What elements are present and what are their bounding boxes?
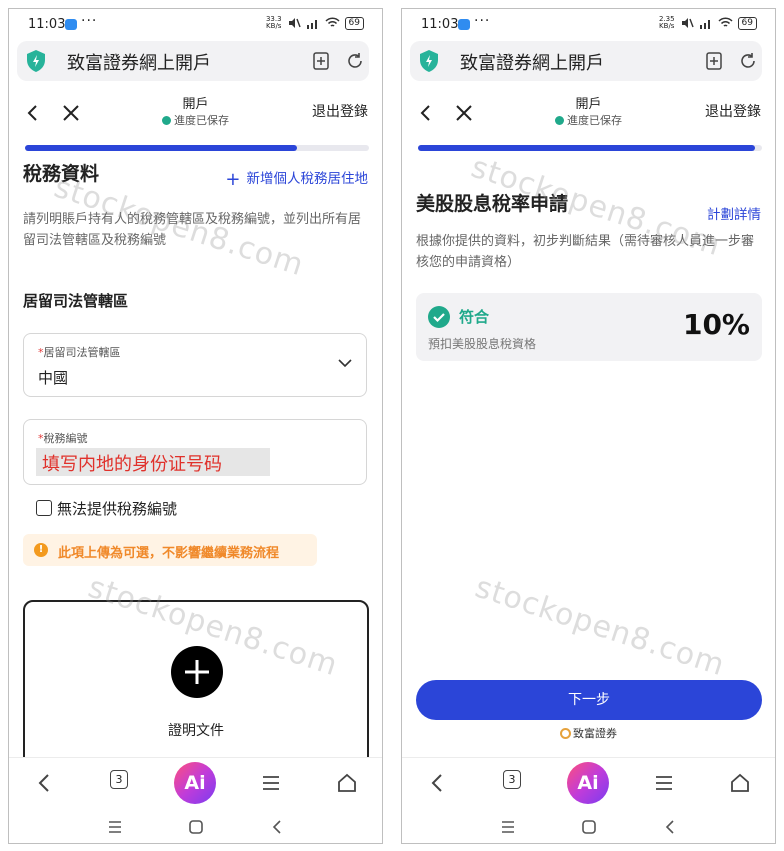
no-tax-id-label: 無法提供稅務編號 xyxy=(57,500,178,518)
add-tax-residence-button[interactable]: + 新增個人稅務居住地 xyxy=(225,167,368,190)
refresh-icon[interactable] xyxy=(345,51,365,71)
system-back-icon[interactable] xyxy=(269,819,285,835)
browser-address-bar[interactable]: 致富證券網上開戶 xyxy=(410,41,762,81)
warning-icon: ! xyxy=(34,543,48,557)
system-home-icon[interactable] xyxy=(581,819,597,835)
refresh-icon[interactable] xyxy=(738,51,758,71)
no-tax-id-checkbox[interactable] xyxy=(36,500,52,516)
tax-id-annotation: 填写内地的身份证号码 xyxy=(36,448,270,476)
section-description: 請列明賬戶持有人的稅務管轄區及稅務編號，並列出所有居留司法管轄區及稅務編號 xyxy=(23,212,362,248)
bookmark-add-icon[interactable] xyxy=(311,51,331,71)
signal-icon xyxy=(699,20,710,29)
network-speed: 2.35 KB/s xyxy=(658,15,675,30)
menu-icon[interactable] xyxy=(259,771,283,795)
status-bar: 11:03 ··· 2.35 KB/s 69 xyxy=(402,9,775,39)
more-notifications-icon: ··· xyxy=(474,13,491,29)
app-notification-icon xyxy=(458,19,470,30)
page-nav-header: 開戶 進度已保存 退出登錄 xyxy=(9,93,382,137)
ai-assistant-button[interactable]: Ai xyxy=(567,762,609,804)
recent-apps-icon[interactable] xyxy=(107,819,123,835)
system-back-icon[interactable] xyxy=(662,819,678,835)
signal-icon xyxy=(306,20,317,29)
security-shield-icon xyxy=(27,50,45,72)
recent-apps-icon[interactable] xyxy=(500,819,516,835)
browser-page-title: 致富證券網上開戶 xyxy=(460,53,604,74)
plan-details-link[interactable]: 計劃詳情 xyxy=(707,203,761,223)
network-speed: 33.3 KB/s xyxy=(265,15,282,30)
check-circle-icon xyxy=(428,306,450,328)
divider xyxy=(9,757,382,758)
home-icon[interactable] xyxy=(728,771,752,795)
app-notification-icon xyxy=(65,19,77,30)
add-document-icon[interactable] xyxy=(171,646,223,698)
brand-footer: 致富證券 xyxy=(402,725,775,741)
back-icon[interactable] xyxy=(426,771,450,795)
status-bar: 11:03 ··· 33.3 KB/s 69 xyxy=(9,9,382,39)
section-title: 美股股息稅率申請 xyxy=(416,193,569,215)
bookmark-add-icon[interactable] xyxy=(704,51,724,71)
security-shield-icon xyxy=(420,50,438,72)
progress-bar-fill xyxy=(25,145,297,151)
browser-address-bar[interactable]: 致富證券網上開戶 xyxy=(17,41,369,81)
jurisdiction-select[interactable]: *居留司法管轄區 中國 xyxy=(23,333,367,397)
mute-icon xyxy=(681,18,694,28)
phone-screen-tax-info: 11:03 ··· 33.3 KB/s 69 致富證券網上開戶 開戶 進度已保存 … xyxy=(8,8,383,844)
watermark: stockopen8.com xyxy=(470,569,730,684)
more-notifications-icon: ··· xyxy=(81,13,98,29)
browser-page-title: 致富證券網上開戶 xyxy=(67,53,211,74)
optional-upload-notice: ! 此項上傳為可選，不影響繼續業務流程 xyxy=(23,534,317,566)
divider xyxy=(402,757,775,758)
mute-icon xyxy=(288,18,301,28)
next-step-button[interactable]: 下一步 xyxy=(416,680,762,720)
notice-text: 此項上傳為可選，不影響繼續業務流程 xyxy=(58,546,280,561)
tabs-count-button[interactable]: 3 xyxy=(110,770,128,789)
upload-label: 證明文件 xyxy=(168,723,224,739)
page-nav-header: 開戶 進度已保存 退出登錄 xyxy=(402,93,775,137)
logout-button[interactable]: 退出登錄 xyxy=(705,101,761,121)
home-icon[interactable] xyxy=(335,771,359,795)
progress-bar xyxy=(418,145,762,151)
wifi-icon xyxy=(325,17,340,27)
wifi-icon xyxy=(718,17,733,27)
subsection-title: 居留司法管轄區 xyxy=(23,292,129,310)
eligibility-status: 符合 xyxy=(459,308,490,326)
check-icon xyxy=(555,116,564,125)
phone-screen-dividend-tax: 11:03 ··· 2.35 KB/s 69 致富證券網上開戶 開戶 進度已保存 … xyxy=(401,8,776,844)
result-description: 根據你提供的資料，初步判斷結果（需待審核人員進一步審核您的申請資格） xyxy=(416,234,755,270)
menu-icon[interactable] xyxy=(652,771,676,795)
brand-logo-icon xyxy=(560,728,571,739)
plus-icon: + xyxy=(225,169,241,190)
logout-button[interactable]: 退出登錄 xyxy=(312,101,368,121)
tabs-count-button[interactable]: 3 xyxy=(503,770,521,789)
section-title: 稅務資料 xyxy=(23,163,100,185)
withholding-rate: 10% xyxy=(682,308,750,341)
status-time: 11:03 xyxy=(421,17,459,32)
browser-bottom-bar: 3 Ai xyxy=(402,757,775,843)
progress-bar xyxy=(25,145,369,151)
eligibility-subtitle: 預扣美股股息稅資格 xyxy=(428,337,537,351)
chevron-down-icon xyxy=(338,359,352,368)
selected-jurisdiction: 中國 xyxy=(38,369,69,387)
progress-bar-fill xyxy=(418,145,756,151)
battery-indicator: 69 xyxy=(344,16,364,30)
status-indicators: 2.35 KB/s 69 xyxy=(659,16,757,30)
back-icon[interactable] xyxy=(33,771,57,795)
ai-assistant-button[interactable]: Ai xyxy=(174,762,216,804)
status-time: 11:03 xyxy=(28,17,66,32)
tax-id-field[interactable]: *稅務編號 填写内地的身份证号码 xyxy=(23,419,367,485)
battery-indicator: 69 xyxy=(737,16,757,30)
eligibility-result-card: 符合 預扣美股股息稅資格 10% xyxy=(416,293,762,361)
field-label: *稅務編號 xyxy=(38,432,88,445)
field-label: *居留司法管轄區 xyxy=(38,346,121,359)
system-home-icon[interactable] xyxy=(188,819,204,835)
browser-bottom-bar: 3 Ai xyxy=(9,757,382,843)
status-indicators: 33.3 KB/s 69 xyxy=(266,16,364,30)
check-icon xyxy=(162,116,171,125)
